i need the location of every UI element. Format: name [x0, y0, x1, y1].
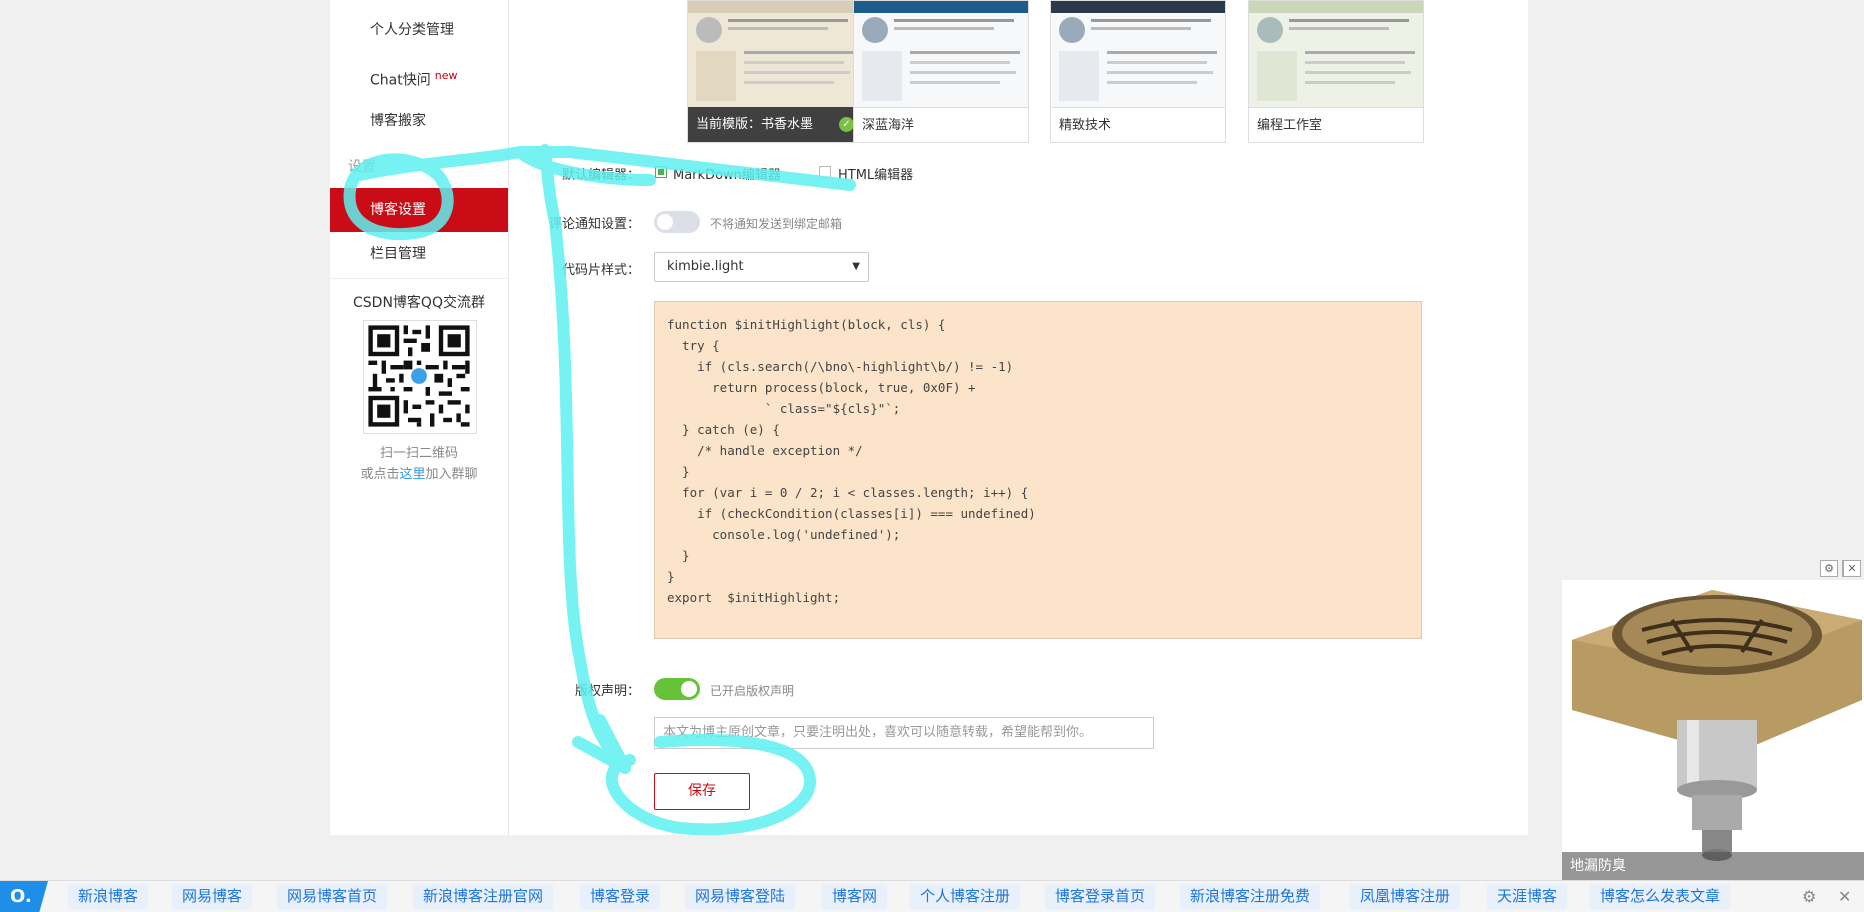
bottom-link[interactable]: 网易博客首页	[277, 884, 388, 909]
code-preview: function $initHighlight(block, cls) { tr…	[654, 301, 1422, 639]
code-line: ` class="${cls}"`;	[667, 401, 901, 416]
markdown-label: MarkDown编辑器	[673, 168, 781, 183]
bottom-link[interactable]: 博客网	[822, 884, 888, 909]
qr-note-line2: 或点击这里加入群聊	[360, 467, 478, 482]
code-style-select[interactable]: kimbie.light ▼	[654, 252, 869, 282]
qr-note-line1: 扫一扫二维码	[379, 446, 458, 461]
chevron-down-icon: ▼	[852, 261, 860, 272]
sidebar-section-settings: 设置	[348, 159, 376, 175]
gear-icon[interactable]: ⚙	[1802, 887, 1816, 906]
join-group-link[interactable]: 这里	[399, 467, 425, 482]
bottom-link[interactable]: 凤凰博客注册	[1350, 884, 1461, 909]
new-badge: new	[434, 69, 458, 82]
bottom-link[interactable]: 天涯博客	[1487, 884, 1568, 909]
code-line: return process(block, true, 0x0F) +	[667, 380, 976, 395]
sidebar-item-column[interactable]: 栏目管理	[330, 232, 508, 276]
bottom-link[interactable]: 新浪博客	[68, 884, 149, 909]
bottom-link[interactable]: 网易博客	[172, 884, 253, 909]
bottom-search-bar: O. 新浪博客 网易博客 网易博客首页 新浪博客注册官网 博客登录 网易博客登陆…	[0, 880, 1864, 912]
qq-group-title: CSDN博客QQ交流群	[353, 295, 485, 311]
editor-label: 默认编辑器：	[561, 168, 640, 183]
sidebar-item-label: 栏目管理	[370, 246, 426, 262]
code-line: }	[667, 464, 690, 479]
sidebar-item-chat[interactable]: Chat快问 new	[330, 54, 508, 98]
qr-code-image	[363, 320, 477, 434]
bottom-link[interactable]: 网易博客登陆	[685, 884, 796, 909]
code-line: /* handle exception */	[667, 443, 863, 458]
bottom-link[interactable]: 博客登录首页	[1045, 884, 1156, 909]
bottom-link[interactable]: 个人博客注册	[910, 884, 1021, 909]
template-card-deep-blue[interactable]: 深蓝海洋	[853, 0, 1029, 143]
template-label: 编程工作室	[1249, 107, 1423, 142]
close-icon[interactable]: ✕	[1838, 887, 1851, 906]
sidebar-item-label: 博客设置	[370, 202, 426, 218]
info-icon[interactable]: ⚙	[1820, 560, 1838, 577]
toggle-knob	[681, 681, 697, 697]
comment-notify-label: 评论通知设置：	[548, 217, 640, 232]
html-checkbox[interactable]	[819, 166, 831, 178]
divider	[330, 278, 508, 279]
copyright-toggle[interactable]	[654, 678, 700, 700]
code-line: function $initHighlight(block, cls) {	[667, 317, 946, 332]
toggle-knob	[657, 214, 673, 230]
code-line: export $initHighlight;	[667, 590, 841, 605]
template-thumbnail	[1051, 1, 1225, 107]
code-line: }	[667, 548, 690, 563]
code-line: console.log('undefined');	[667, 527, 901, 542]
ad-caption: 地漏防臭	[1562, 852, 1864, 880]
sidebar-item-blog-settings[interactable]: 博客设置	[330, 188, 508, 232]
html-label: HTML编辑器	[838, 168, 914, 183]
copyright-label: 版权声明：	[574, 684, 640, 699]
template-label: 当前模版：书香水墨	[688, 107, 862, 142]
ad-banner[interactable]: 地漏防臭	[1562, 580, 1864, 880]
code-line: try {	[667, 338, 720, 353]
sidebar-item-category[interactable]: 个人分类管理	[330, 8, 508, 52]
bottom-link[interactable]: 博客怎么发表文章	[1590, 884, 1731, 909]
copyright-input[interactable]: 本文为博主原创文章，只要注明出处，喜欢可以随意转载，希望能帮到你。	[654, 717, 1154, 749]
sidebar: 个人分类管理 Chat快问 new 博客搬家 设置 博客设置 栏目管理 CSDN博…	[330, 0, 509, 835]
bottom-link[interactable]: 新浪博客注册官网	[413, 884, 554, 909]
sidebar-item-label: Chat快问	[370, 72, 431, 89]
code-line: if (cls.search(/\bno\-highlight\b/) != -…	[667, 359, 1014, 374]
check-icon: ✓	[839, 117, 854, 132]
template-thumbnail	[1249, 1, 1423, 107]
bottom-link[interactable]: 博客登录	[580, 884, 661, 909]
search-logo-icon[interactable]: O.	[0, 881, 48, 912]
code-line: if (checkCondition(classes[i]) === undef…	[667, 506, 1036, 521]
markdown-checkbox[interactable]	[655, 166, 667, 178]
sidebar-item-migrate[interactable]: 博客搬家	[330, 99, 508, 143]
template-card-studio[interactable]: 编程工作室	[1248, 0, 1424, 143]
code-line: }	[667, 569, 675, 584]
code-line: for (var i = 0 / 2; i < classes.length; …	[667, 485, 1029, 500]
bottom-link[interactable]: 新浪博客注册免费	[1180, 884, 1321, 909]
floor-drain-image	[1562, 580, 1864, 880]
code-style-label: 代码片样式：	[561, 263, 640, 278]
template-thumbnail	[854, 1, 1028, 107]
copyright-hint: 已开启版权声明	[710, 684, 795, 698]
code-style-value: kimbie.light	[667, 259, 744, 274]
template-label: 深蓝海洋	[854, 107, 1028, 142]
template-thumbnail	[688, 1, 862, 107]
close-icon[interactable]: ✕	[1843, 560, 1861, 577]
template-card-tech[interactable]: 精致技术	[1050, 0, 1226, 143]
comment-notify-hint: 不将通知发送到绑定邮箱	[710, 217, 843, 231]
save-button[interactable]: 保存	[654, 773, 750, 810]
sidebar-item-label: 个人分类管理	[370, 22, 454, 38]
template-label: 精致技术	[1051, 107, 1225, 142]
code-line: } catch (e) {	[667, 422, 780, 437]
template-card-shuxiang[interactable]: 当前模版：书香水墨 ✓	[687, 0, 863, 143]
sidebar-item-label: 博客搬家	[370, 113, 426, 129]
comment-notify-toggle[interactable]	[654, 211, 700, 233]
